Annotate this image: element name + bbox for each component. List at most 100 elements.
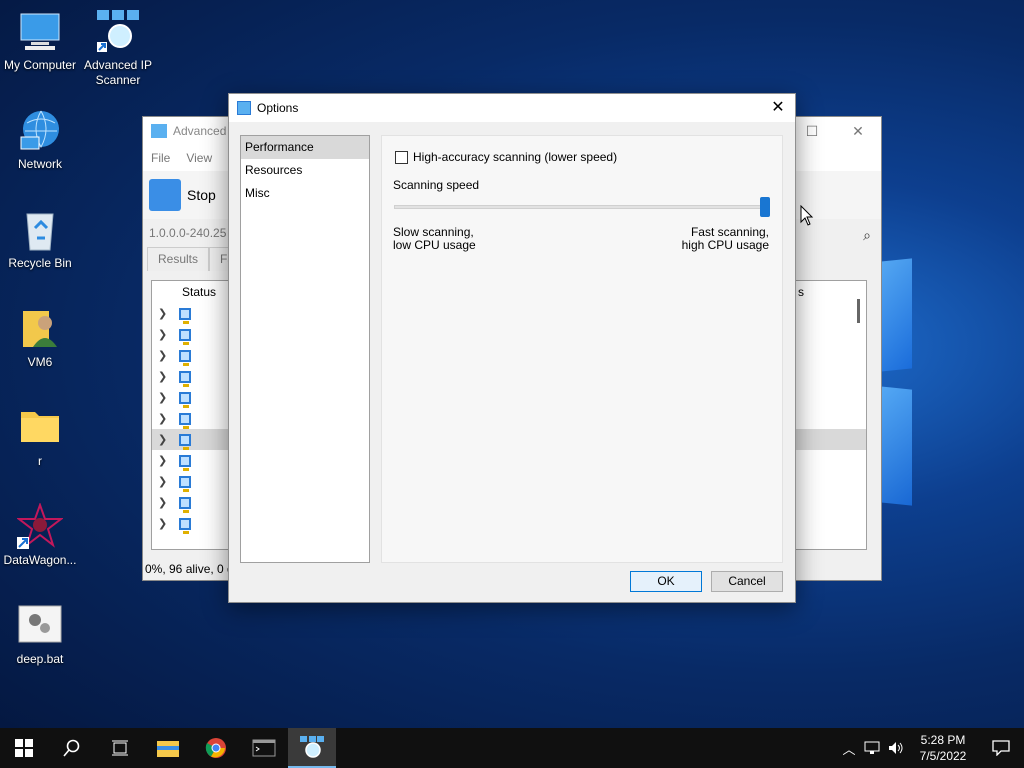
datawagon-icon xyxy=(16,502,64,549)
cancel-button[interactable]: Cancel xyxy=(711,571,783,592)
computer-icon xyxy=(179,391,192,408)
stop-button[interactable]: Stop xyxy=(149,179,216,211)
search-icon[interactable]: ⌕ xyxy=(863,227,871,244)
chevron-right-icon[interactable]: ❯ xyxy=(158,496,167,509)
globe-icon xyxy=(17,107,63,153)
high-accuracy-checkbox[interactable]: High-accuracy scanning (lower speed) xyxy=(395,150,617,164)
window-title: Advanced xyxy=(173,124,227,138)
computer-icon xyxy=(179,328,192,345)
clock-time: 5:28 PM xyxy=(920,733,966,747)
computer-icon xyxy=(179,496,192,513)
task-view-button[interactable] xyxy=(96,728,144,768)
computer-icon xyxy=(179,349,192,366)
task-view-icon xyxy=(112,740,128,756)
dialog-title: Options xyxy=(257,101,299,115)
computer-icon xyxy=(179,475,192,492)
nav-item-misc[interactable]: Misc xyxy=(241,182,369,205)
mouse-cursor-icon xyxy=(800,205,814,226)
chevron-right-icon[interactable]: ❯ xyxy=(158,475,167,488)
close-icon[interactable]: ✕ xyxy=(761,94,795,122)
search-button[interactable] xyxy=(48,728,96,768)
fast-scanning-hint: Fast scanning, high CPU usage xyxy=(682,226,769,252)
chevron-right-icon[interactable]: ❯ xyxy=(158,349,167,362)
volume-icon[interactable] xyxy=(884,728,908,768)
windows-start-icon xyxy=(15,739,33,757)
batch-file-icon xyxy=(17,602,63,648)
wallpaper-windows-logo xyxy=(880,250,1020,520)
clock-date: 7/5/2022 xyxy=(919,749,967,763)
checkbox-label: High-accuracy scanning (lower speed) xyxy=(413,150,618,164)
taskbar-file-explorer[interactable] xyxy=(144,728,192,768)
desktop-icon-advanced-ip-scanner[interactable]: Advanced IP Scanner xyxy=(78,8,158,88)
desktop-icon-label: Advanced IP Scanner xyxy=(83,58,153,87)
desktop-icon-label: DataWagon... xyxy=(3,553,77,567)
taskbar-terminal[interactable] xyxy=(240,728,288,768)
status-text: 0%, 96 alive, 0 d xyxy=(145,562,234,576)
chevron-right-icon[interactable]: ❯ xyxy=(158,307,167,320)
stop-icon xyxy=(149,179,181,211)
desktop-icon-vm6[interactable]: VM6 xyxy=(0,305,80,370)
desktop-icon-deep-bat[interactable]: deep.bat xyxy=(0,602,80,667)
tab-results[interactable]: Results xyxy=(147,247,210,271)
computer-icon xyxy=(179,433,192,450)
menu-file[interactable]: File xyxy=(151,151,170,165)
stop-label: Stop xyxy=(187,187,216,203)
desktop-icon-label: My Computer xyxy=(3,58,77,72)
chevron-right-icon[interactable]: ❯ xyxy=(158,412,167,425)
start-button[interactable] xyxy=(0,728,48,768)
dialog-titlebar: Options xyxy=(229,94,795,122)
chevron-right-icon[interactable]: ❯ xyxy=(158,391,167,404)
taskbar-advanced-ip-scanner[interactable] xyxy=(288,728,336,768)
folder-icon xyxy=(17,404,63,450)
computer-icon xyxy=(179,517,192,534)
chevron-right-icon[interactable]: ❯ xyxy=(158,517,167,530)
desktop-icon-r[interactable]: r xyxy=(0,404,80,469)
desktop-icon-network[interactable]: Network xyxy=(0,107,80,172)
column-header-right[interactable]: s xyxy=(798,285,804,299)
slow-hint-line2: low CPU usage xyxy=(393,238,476,252)
menu-view[interactable]: View xyxy=(186,151,212,165)
ip-range-text: 1.0.0.0-240.25 xyxy=(149,226,227,240)
vertical-scrollbar[interactable] xyxy=(857,299,860,323)
file-explorer-icon xyxy=(157,741,179,757)
nav-item-performance[interactable]: Performance xyxy=(241,136,369,159)
desktop-icon-label: Recycle Bin xyxy=(8,256,72,270)
ok-button[interactable]: OK xyxy=(630,571,702,592)
notification-icon xyxy=(992,740,1010,756)
clock[interactable]: 5:28 PM 7/5/2022 xyxy=(908,732,978,764)
chevron-up-icon[interactable]: ︿ xyxy=(838,728,860,768)
computer-icon xyxy=(179,412,192,429)
chevron-right-icon[interactable]: ❯ xyxy=(158,433,167,446)
close-icon[interactable]: ✕ xyxy=(835,117,881,145)
performance-panel: High-accuracy scanning (lower speed) Sca… xyxy=(381,135,783,563)
desktop-icon-recycle-bin[interactable]: Recycle Bin xyxy=(0,206,80,271)
desktop-icon-label: deep.bat xyxy=(16,652,64,666)
checkbox-box[interactable] xyxy=(395,150,408,164)
app-icon xyxy=(237,101,251,115)
slow-scanning-hint: Slow scanning, low CPU usage xyxy=(393,226,476,252)
chevron-right-icon[interactable]: ❯ xyxy=(158,370,167,383)
network-scanner-icon xyxy=(300,736,324,758)
scanning-speed-slider-track[interactable] xyxy=(394,205,770,209)
chevron-right-icon[interactable]: ❯ xyxy=(158,328,167,341)
desktop-icon-label: VM6 xyxy=(27,355,53,369)
taskbar-chrome[interactable] xyxy=(192,728,240,768)
taskbar: ︿ 5:28 PM 7/5/2022 xyxy=(0,728,1024,768)
fast-hint-line2: high CPU usage xyxy=(681,238,769,252)
desktop-icon-my-computer[interactable]: My Computer xyxy=(0,8,80,73)
options-nav-list: Performance Resources Misc xyxy=(240,135,370,563)
nav-item-resources[interactable]: Resources xyxy=(241,159,369,182)
system-tray: ︿ 5:28 PM 7/5/2022 xyxy=(838,728,1024,768)
computer-icon xyxy=(179,307,192,324)
scanning-speed-slider-thumb[interactable] xyxy=(760,197,770,217)
app-icon xyxy=(151,124,167,138)
desktop-icon-label: Network xyxy=(17,157,62,171)
options-dialog[interactable]: Options ✕ Performance Resources Misc Hig… xyxy=(228,93,796,603)
scanning-speed-label: Scanning speed xyxy=(393,178,480,192)
user-folder-icon xyxy=(17,305,63,351)
search-icon xyxy=(63,739,80,757)
chevron-right-icon[interactable]: ❯ xyxy=(158,454,167,467)
notifications-button[interactable] xyxy=(978,728,1024,768)
desktop-icon-datawagon[interactable]: DataWagon... xyxy=(0,502,80,568)
network-status-icon[interactable] xyxy=(860,728,884,768)
